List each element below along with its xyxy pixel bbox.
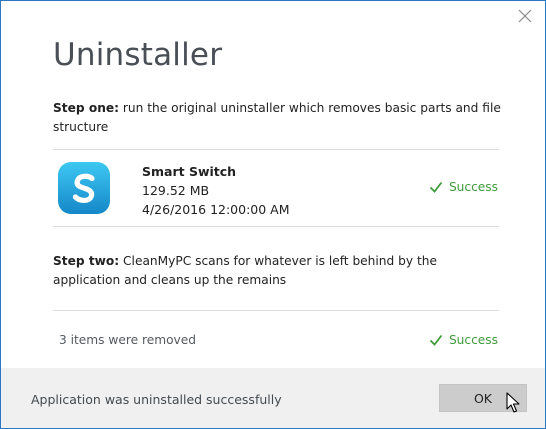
app-status: Success <box>429 180 498 194</box>
cleanup-status: Success <box>429 333 498 347</box>
check-icon <box>429 334 443 346</box>
app-name: Smart Switch <box>142 164 237 179</box>
divider <box>53 310 499 311</box>
app-info: Smart Switch 129.52 MB 4/26/2016 12:00:0… <box>142 162 290 219</box>
footer-bar: Application was uninstalled successfully… <box>1 368 545 428</box>
cleanup-row: 3 items were removed Success <box>53 321 499 361</box>
smart-switch-app-icon <box>57 161 111 215</box>
step-two-description: Step two: CleanMyPC scans for whatever i… <box>53 252 503 290</box>
app-size: 129.52 MB <box>142 183 210 198</box>
step-one-label: Step one: <box>53 101 120 115</box>
mouse-cursor-icon <box>506 392 520 413</box>
removed-count-text: 3 items were removed <box>59 333 196 347</box>
close-icon[interactable] <box>517 8 533 24</box>
cleanup-status-text: Success <box>448 333 498 347</box>
step-one-text: run the original uninstaller which remov… <box>53 101 501 134</box>
step-one-description: Step one: run the original uninstaller w… <box>53 99 503 137</box>
app-status-text: Success <box>448 180 498 194</box>
app-date: 4/26/2016 12:00:00 AM <box>142 202 290 217</box>
step-two-label: Step two: <box>53 254 120 268</box>
check-icon <box>429 181 443 193</box>
divider <box>53 226 499 227</box>
uninstaller-dialog: Uninstaller Step one: run the original u… <box>0 0 546 429</box>
footer-message: Application was uninstalled successfully <box>31 392 282 407</box>
dialog-title: Uninstaller <box>53 37 223 73</box>
app-row: Smart Switch 129.52 MB 4/26/2016 12:00:0… <box>53 150 499 226</box>
